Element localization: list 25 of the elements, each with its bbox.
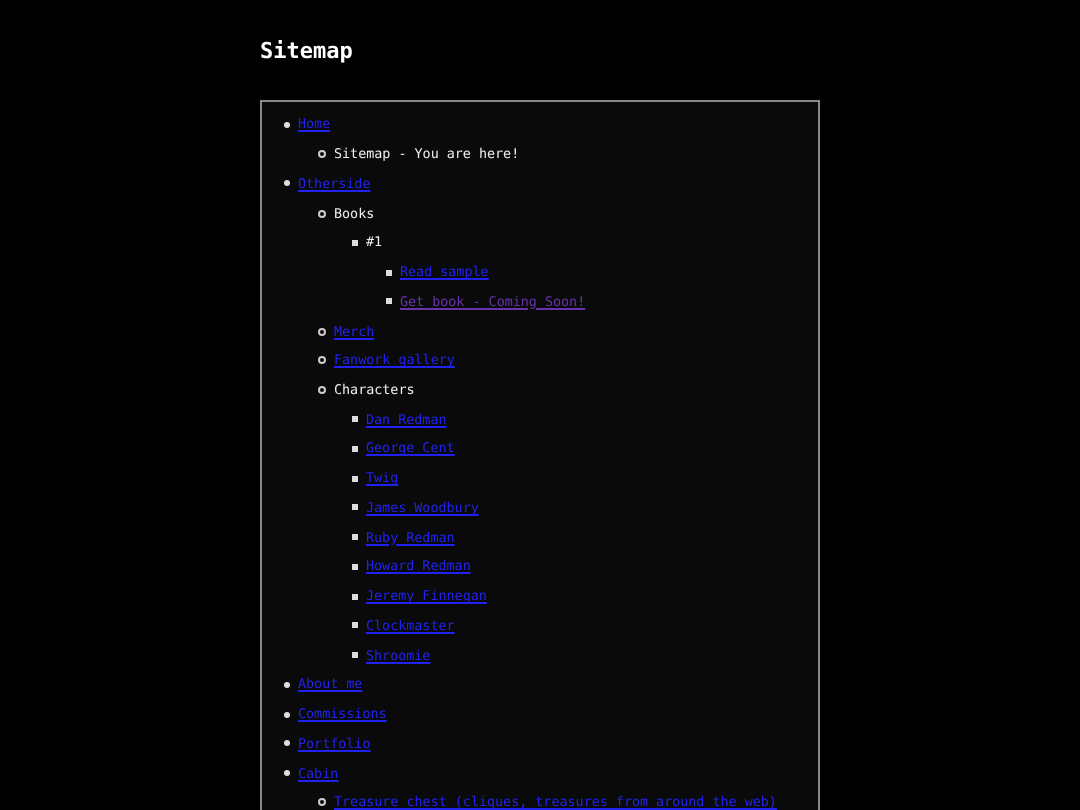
bullet-icon <box>284 180 290 187</box>
bullet-icon <box>284 740 290 747</box>
bullet-icon <box>352 593 358 600</box>
bullet-icon <box>284 711 290 718</box>
bullet-icon <box>352 475 358 482</box>
bullet-icon <box>352 563 358 570</box>
bullet-icon <box>352 445 358 452</box>
bullet-icon <box>352 504 358 511</box>
bullet-icon <box>352 652 358 659</box>
bullet-icon <box>318 798 326 807</box>
bullet-icon <box>352 416 358 423</box>
bullet-icon <box>352 239 358 246</box>
bullet-icon <box>318 150 326 159</box>
page-title: Sitemap <box>260 38 355 66</box>
bullet-icon <box>284 770 290 777</box>
bullet-icon <box>318 385 326 394</box>
bullet-icon <box>352 534 358 541</box>
bullet-icon <box>318 327 326 335</box>
bullet-icon <box>318 209 326 218</box>
bullet-icon <box>284 681 290 688</box>
bullet-icon <box>318 356 326 365</box>
bullet-icon <box>386 298 392 305</box>
bullet-icon <box>284 121 290 128</box>
bullet-icon <box>386 269 392 276</box>
bullet-icon <box>352 622 358 629</box>
